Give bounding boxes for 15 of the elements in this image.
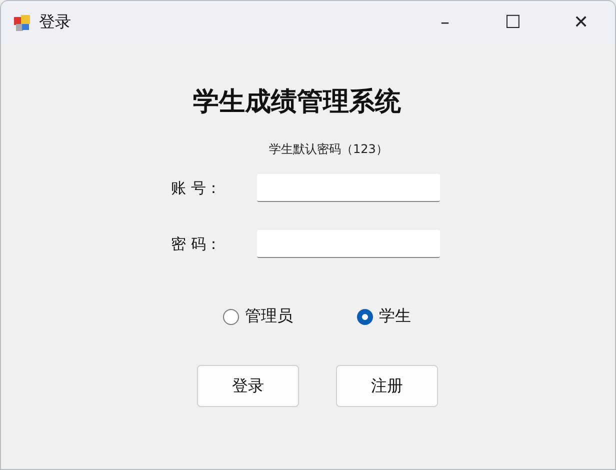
field-label: 密 码： [171, 234, 222, 254]
app-icon [13, 14, 31, 32]
register-button[interactable]: 注册 [336, 365, 438, 407]
radio-option[interactable]: 管理员 [223, 306, 293, 327]
maximize-button[interactable]: ☐ [479, 1, 547, 44]
login-button[interactable]: 登录 [197, 365, 299, 407]
close-button[interactable]: ✕ [547, 1, 615, 44]
input-field[interactable] [257, 230, 440, 258]
input-field[interactable] [257, 174, 440, 202]
field-label: 账 号： [171, 178, 222, 198]
hint-text: 学生默认密码（123） [269, 141, 388, 158]
radio-option[interactable]: 学生 [357, 306, 411, 327]
minimize-button[interactable]: – [411, 1, 479, 44]
app-heading: 学生成绩管理系统 [193, 86, 401, 119]
window-title: 登录 [39, 12, 71, 33]
